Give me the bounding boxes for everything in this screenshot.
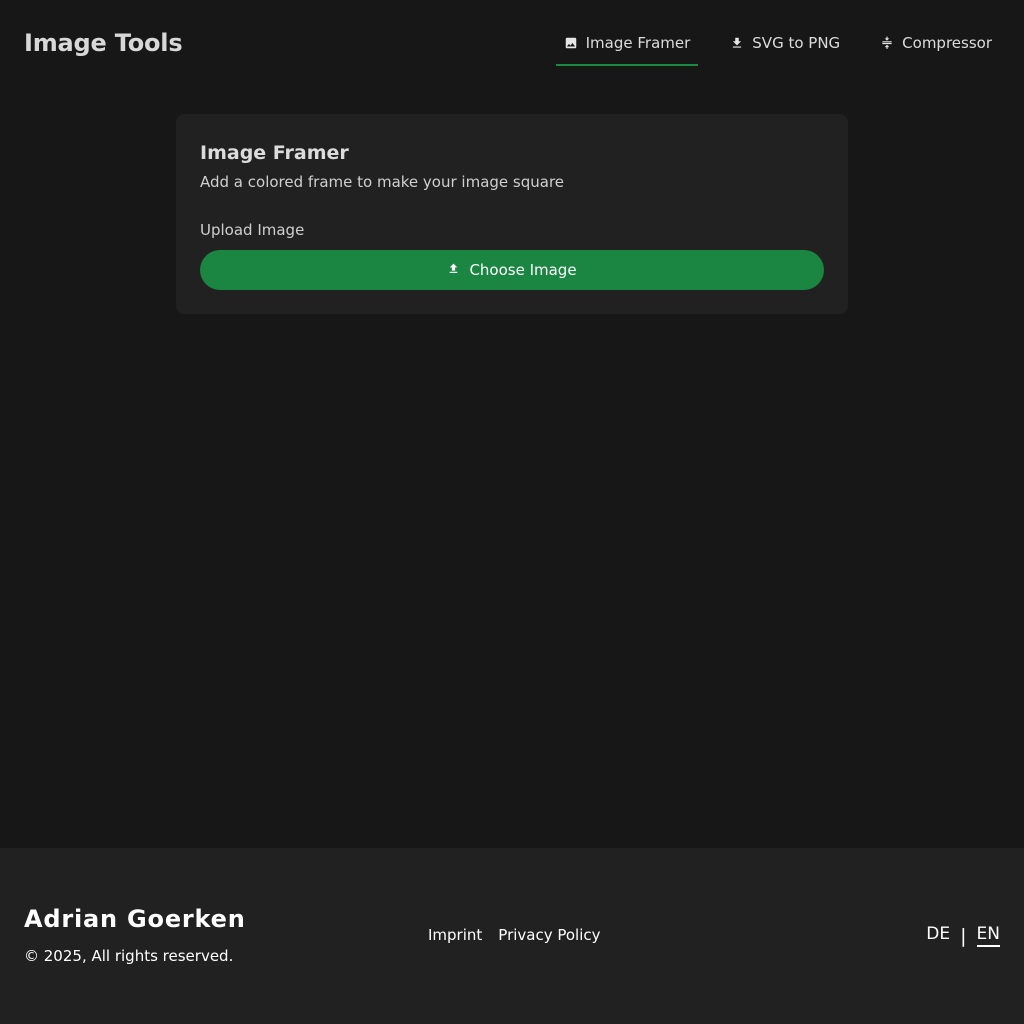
privacy-policy-link[interactable]: Privacy Policy — [498, 926, 600, 944]
footer-links: Imprint Privacy Policy — [428, 926, 601, 944]
choose-image-button[interactable]: Choose Image — [200, 250, 824, 290]
nav-tabs: Image Framer SVG to PNG Compressor — [555, 22, 1000, 66]
header: Image Tools Image Framer SVG to PNG Comp… — [0, 0, 1024, 88]
tab-image-framer[interactable]: Image Framer — [555, 22, 699, 66]
tab-compressor[interactable]: Compressor — [872, 22, 1000, 66]
tab-label: Image Framer — [585, 34, 691, 52]
imprint-link[interactable]: Imprint — [428, 926, 482, 944]
card-subtitle: Add a colored frame to make your image s… — [200, 173, 565, 191]
tab-label: Compressor — [902, 34, 992, 52]
choose-image-label: Choose Image — [469, 261, 577, 279]
language-en[interactable]: EN — [976, 924, 1000, 947]
language-separator: | — [960, 924, 967, 947]
tab-svg-to-png[interactable]: SVG to PNG — [722, 22, 848, 66]
footer-copyright: © 2025, All rights reserved. — [24, 947, 234, 965]
upload-label: Upload Image — [200, 221, 305, 239]
footer-author-name: Adrian Goerken — [24, 905, 246, 933]
tab-label: SVG to PNG — [752, 34, 841, 52]
app-title: Image Tools — [24, 29, 183, 57]
download-icon — [730, 36, 744, 50]
compress-icon — [880, 36, 894, 50]
footer: Adrian Goerken © 2025, All rights reserv… — [0, 848, 1024, 1024]
language-switcher: DE | EN — [926, 924, 1000, 947]
image-icon — [564, 36, 578, 50]
card-title: Image Framer — [200, 142, 349, 164]
language-de[interactable]: DE — [926, 924, 950, 947]
upload-icon — [447, 261, 460, 279]
image-framer-card: Image Framer Add a colored frame to make… — [176, 114, 848, 314]
